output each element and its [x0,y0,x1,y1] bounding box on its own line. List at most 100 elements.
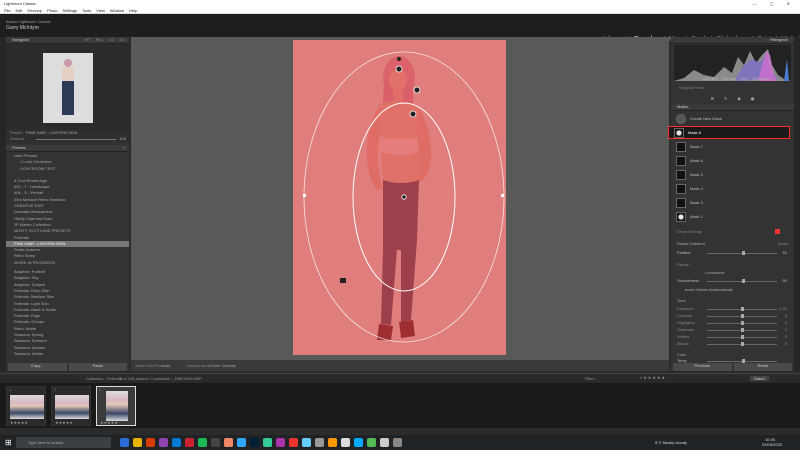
taskbar-app-icon[interactable] [185,438,194,447]
search-placeholder: Type here to search [28,440,64,445]
taskbar-app-icon[interactable] [315,438,324,447]
presets-header[interactable]: Presets + [6,145,129,152]
tone-slider-shadows[interactable]: Shadows 0 [677,327,787,334]
reset-button[interactable]: Reset [733,363,792,371]
menu-item[interactable]: Window [110,8,124,13]
rating-stars-icon[interactable]: ★★★★★ [55,420,73,425]
mask-row[interactable]: Mask 7 [671,140,794,153]
overlay-mode-select[interactable]: Color Overlay [211,363,235,368]
menu-item[interactable]: Tools [82,8,91,13]
clock-date[interactable]: 02/03/2023 [762,442,782,447]
taskbar-app-icon[interactable] [380,438,389,447]
taskbar-app-icon[interactable] [211,438,220,447]
taskbar-app-icon[interactable] [224,438,233,447]
crop-tool-icon[interactable]: ⊞ [711,96,714,101]
edit-pins-select[interactable]: Auto [162,363,170,368]
radial-mask-overlay[interactable] [131,37,669,360]
mask-row[interactable]: Mask 4 [671,182,794,195]
mask-row[interactable]: Mask 8 [668,126,790,139]
filmstrip-thumbnail[interactable]: 3 ★★★★★ [96,386,136,426]
menu-item[interactable]: Help [129,8,137,13]
menu-item[interactable]: Photo [47,8,57,13]
smoothness-slider[interactable]: Smoothness 50 [677,278,787,285]
taskbar-app-icon[interactable] [302,438,311,447]
tone-slider-blacks[interactable]: Blacks 0 [677,341,787,348]
camera-info: ISO 400 140 mm f/3.2 1/125 sec [703,76,769,81]
mask-row[interactable]: Mask 3 [671,196,794,209]
windows-start-icon[interactable]: ⊞ [5,438,12,447]
copy-button[interactable]: Copy... [8,363,67,371]
window-controls[interactable]: — ▢ ✕ [753,1,796,6]
mask-row[interactable]: Mask 6 [671,154,794,167]
taskbar-app-icon[interactable] [146,438,155,447]
preset-label: Preset : [10,130,24,135]
smoothness-label: Smoothness [677,278,700,283]
filmstrip-thumbnail[interactable]: 2 ★★★★★ [51,386,91,426]
histogram-header[interactable]: Histogram [671,37,794,44]
range-select[interactable]: Luminance [705,270,725,275]
previous-button[interactable]: Previous [673,363,732,371]
filmstrip-number: 2 [54,387,57,392]
show-overlay-toggle[interactable]: Show Overlay [677,229,702,234]
taskbar-app-icon[interactable] [120,438,129,447]
left-edge-strip[interactable] [0,37,6,371]
redeye-tool-icon[interactable]: ◉ [737,96,741,101]
taskbar-app-icon[interactable] [393,438,402,447]
taskbar-app-icon[interactable] [133,438,142,447]
taskbar-app-icon[interactable] [354,438,363,447]
rating-stars-icon[interactable]: ★★★★★ [100,420,118,425]
tone-slider-highlights[interactable]: Highlights 0 [677,320,787,327]
navigator-header[interactable]: Navigator FIT FILL 1:1 3:1 [6,37,129,44]
tone-slider-exposure[interactable]: Exposure 0.00 [677,306,787,313]
taskbar-search-box[interactable]: Type here to search [16,437,111,448]
weather-widget[interactable]: 5°C Mostly cloudy [655,440,687,445]
taskbar-app-icon[interactable] [367,438,376,447]
invert-values-checkbox[interactable]: Invert Values Automatically [685,287,733,292]
masking-tool-icon[interactable]: ◍ [751,96,755,101]
taskbar-app-icon[interactable] [159,438,168,447]
feather-slider[interactable]: Feather 50 [677,250,787,257]
taskbar-app-icon[interactable] [276,438,285,447]
navigator-preview[interactable] [6,44,129,130]
taskbar-app-icon[interactable] [198,438,207,447]
invert-checkbox[interactable]: Invert [778,241,788,246]
menu-item[interactable]: Settings [63,8,77,13]
menu-item[interactable]: View [96,8,105,13]
taskbar-app-icon[interactable] [172,438,181,447]
taskbar-app-icon[interactable] [263,438,272,447]
masks-header[interactable]: Masks [671,104,794,111]
filmstrip-thumbnail[interactable]: 1 ★★★★★ [6,386,46,426]
tone-header[interactable]: Tone [677,298,686,303]
preset-folder[interactable]: Seasons: Winter [6,351,129,355]
taskbar-app-icon[interactable] [289,438,298,447]
menu-item[interactable]: Edit [15,8,22,13]
color-header[interactable]: Color [677,352,687,357]
taskbar-app-icon[interactable] [237,438,246,447]
photo-count[interactable]: 3 of 145 photos / 1 selected / _DMC4254.… [120,376,202,381]
overlay-color-swatch[interactable] [775,229,780,234]
heal-tool-icon[interactable]: ✎ [724,96,727,101]
taskbar-app-icon[interactable] [328,438,337,447]
taskbar-app-icon[interactable] [341,438,350,447]
range-label: Range : [677,262,692,267]
tone-slider-whites[interactable]: Whites 0 [677,334,787,341]
navigator-zoom[interactable]: FIT FILL 1:1 3:1 [85,37,125,42]
filter-select[interactable]: Rated [750,376,769,381]
tone-slider-contrast[interactable]: Contrast 0 [677,313,787,320]
amount-slider[interactable] [36,139,116,140]
right-edge-strip[interactable] [794,37,800,371]
mask-row[interactable]: Mask 2 [671,210,794,223]
paste-button[interactable]: Paste [68,363,127,371]
mask-thumbnail [676,197,686,208]
menu-item[interactable]: File [4,8,10,13]
tone-value: 0 [784,341,787,346]
image-canvas[interactable] [131,37,669,360]
taskbar-app-icon[interactable] [250,438,259,447]
rating-stars-icon[interactable]: ★★★★★ [10,420,28,425]
original-photo-label[interactable]: Original Photo [679,85,704,90]
add-preset-icon[interactable]: + [123,145,125,150]
mask-row[interactable]: Mask 5 [671,168,794,181]
menu-item[interactable]: Develop [27,8,42,13]
create-new-mask-button[interactable]: Create New Mask [671,112,794,125]
star-filter-icon[interactable]: ≥★★★★★ [640,375,666,380]
